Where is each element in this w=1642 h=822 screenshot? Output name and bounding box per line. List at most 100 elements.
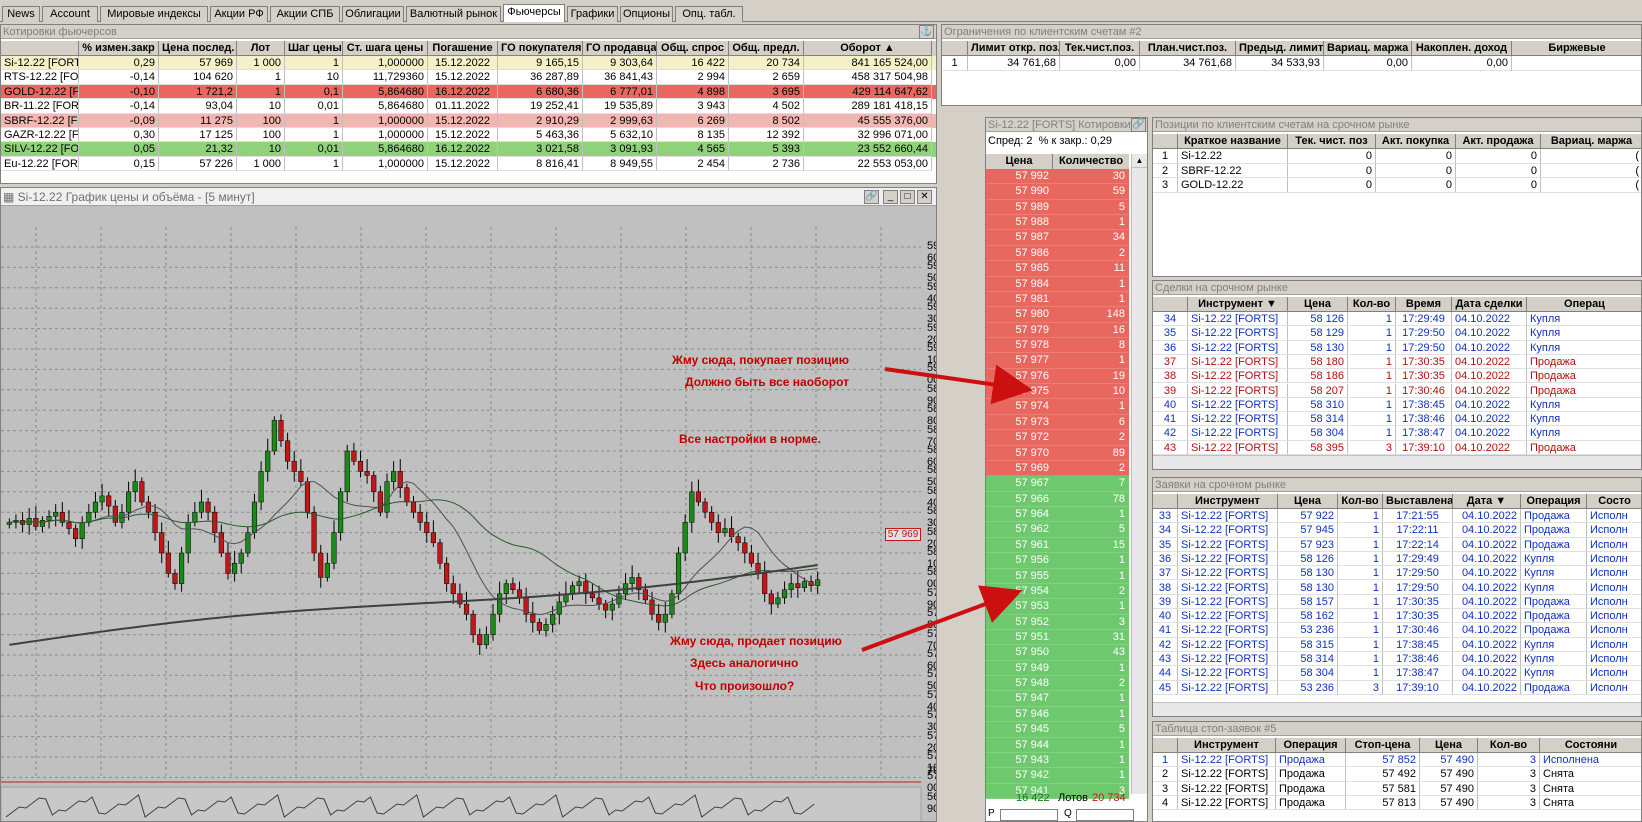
positions-col-header-4[interactable]: Акт. продажа <box>1456 134 1541 149</box>
stops-row[interactable]: 4 Si-12.22 [FORTS] Продажа 57 813 57 490 3 Сня… <box>1153 795 1641 811</box>
dom-price[interactable]: 57 975 <box>986 384 1053 398</box>
dom-price[interactable]: 57 979 <box>986 323 1053 337</box>
limits-col-header-2[interactable]: Тек.чист.поз. <box>1060 41 1140 56</box>
dom-qty[interactable]: 8 <box>1053 338 1129 352</box>
dom-price[interactable]: 57 973 <box>986 415 1053 429</box>
trades-row[interactable]: 34 Si-12.22 [FORTS] 58 126 1 17:29:49 04.10.2… <box>1153 312 1641 327</box>
dom-qty[interactable]: 2 <box>1053 430 1129 444</box>
trades-row[interactable]: 36 Si-12.22 [FORTS] 58 130 1 17:29:50 04.10.2… <box>1153 340 1641 355</box>
orders-row[interactable]: 45 Si-12.22 [FORTS] 53 236 3 17:39:10 04.10.2… <box>1153 680 1641 695</box>
dom-price[interactable]: 57 972 <box>986 430 1053 444</box>
tab-0[interactable]: News <box>2 6 40 22</box>
ask-row[interactable]: 57 974 1 <box>986 399 1129 415</box>
bid-row[interactable]: 57 945 5 <box>986 722 1129 738</box>
orders-row[interactable]: 33 Si-12.22 [FORTS] 57 922 1 17:21:55 04.10.2… <box>1153 509 1641 524</box>
orders-col-header-3[interactable]: Кол-во <box>1338 494 1383 509</box>
orders-row[interactable]: 34 Si-12.22 [FORTS] 57 945 1 17:22:11 04.10.2… <box>1153 523 1641 538</box>
dom-price[interactable]: 57 990 <box>986 184 1053 198</box>
quotes-col-header-1[interactable]: % измен.закр <box>79 41 159 56</box>
bid-row[interactable]: 57 964 1 <box>986 507 1129 523</box>
ask-row[interactable]: 57 990 59 <box>986 184 1129 200</box>
orders-col-header-1[interactable]: Инструмент <box>1178 494 1278 509</box>
bid-row[interactable]: 57 944 1 <box>986 737 1129 753</box>
positions-row[interactable]: 1 Si-12.22 0 0 0( <box>1153 149 1641 164</box>
bid-row[interactable]: 57 954 2 <box>986 583 1129 600</box>
limits-row[interactable]: 1 34 761,68 0,00 34 761,68 34 533,93 0,00 0,00 <box>942 56 1641 71</box>
ask-row[interactable]: 57 969 2 <box>986 460 1129 477</box>
dom-qty[interactable]: 5 <box>1053 522 1129 536</box>
dom-price[interactable]: 57 967 <box>986 476 1053 490</box>
limits-col-header-6[interactable]: Накоплен. доход <box>1412 41 1512 56</box>
tab-2[interactable]: Мировые индексы <box>100 6 208 22</box>
quotes-row[interactable]: GAZR-12.22 [FOR0,3017 12510011,00000015.… <box>1 128 936 143</box>
dom-qty[interactable]: 1 <box>1053 753 1129 767</box>
positions-row[interactable]: 3 GOLD-12.22 0 0 0( <box>1153 178 1641 193</box>
dom-price[interactable]: 57 984 <box>986 277 1053 291</box>
dom-qty[interactable]: 3 <box>1053 615 1129 629</box>
ask-row[interactable]: 57 978 8 <box>986 338 1129 354</box>
trades-row[interactable]: 39 Si-12.22 [FORTS] 58 207 1 17:30:46 04.10.2… <box>1153 383 1641 398</box>
dom-price[interactable]: 57 966 <box>986 492 1053 506</box>
orders-col-header-5[interactable]: Дата ▼ <box>1453 494 1521 509</box>
order-book-scrollbar[interactable]: ▲ <box>1131 154 1147 794</box>
trades-col-header-0[interactable] <box>1153 297 1188 312</box>
trades-col-header-3[interactable]: Кол-во <box>1348 297 1396 312</box>
dom-qty[interactable]: 2 <box>1053 246 1129 260</box>
dom-qty[interactable]: 10 <box>1053 384 1129 398</box>
dom-price[interactable]: 57 953 <box>986 599 1053 613</box>
quotes-col-header-0[interactable] <box>1 41 79 56</box>
ask-row[interactable]: 57 987 34 <box>986 230 1129 246</box>
bid-row[interactable]: 57 951 31 <box>986 629 1129 646</box>
dom-qty[interactable]: 1 <box>1053 215 1129 229</box>
dom-price[interactable]: 57 985 <box>986 261 1053 275</box>
quotes-row[interactable]: GOLD-12.22 [FOR-0,101 721,210,15,8646801… <box>1 84 936 100</box>
bid-row[interactable]: 57 950 43 <box>986 645 1129 661</box>
dom-price[interactable]: 57 989 <box>986 200 1053 214</box>
dom-qty[interactable]: 1 <box>1053 707 1129 721</box>
orders-row[interactable]: 38 Si-12.22 [FORTS] 58 130 1 17:29:50 04.10.2… <box>1153 580 1641 595</box>
orders-row[interactable]: 40 Si-12.22 [FORTS] 58 162 1 17:30:35 04.10.2… <box>1153 609 1641 624</box>
dom-qty[interactable]: 1 <box>1053 507 1129 521</box>
positions-col-header-5[interactable]: Вариац. маржа <box>1541 134 1641 149</box>
tab-7[interactable]: Фьючерсы <box>503 4 565 22</box>
orders-col-header-6[interactable]: Операция <box>1521 494 1587 509</box>
quotes-row[interactable]: Si-12.22 [FORTS]0,2957 9691 00011,000000… <box>1 56 936 71</box>
dom-price[interactable]: 57 945 <box>986 722 1053 736</box>
trades-col-header-6[interactable]: Операц <box>1527 297 1641 312</box>
dom-price[interactable]: 57 947 <box>986 691 1053 705</box>
bid-row[interactable]: 57 953 1 <box>986 599 1129 615</box>
ask-row[interactable]: 57 984 1 <box>986 276 1129 292</box>
ask-row[interactable]: 57 975 10 <box>986 384 1129 400</box>
bid-row[interactable]: 57 949 1 <box>986 660 1129 677</box>
dom-qty[interactable]: 89 <box>1053 446 1129 460</box>
dom-price[interactable]: 57 952 <box>986 615 1053 629</box>
ask-row[interactable]: 57 992 30 <box>986 169 1129 185</box>
bid-row[interactable]: 57 962 5 <box>986 522 1129 538</box>
dom-price[interactable]: 57 987 <box>986 230 1053 244</box>
dom-price[interactable]: 57 988 <box>986 215 1053 229</box>
orders-col-header-0[interactable] <box>1153 494 1178 509</box>
stops-row[interactable]: 2 Si-12.22 [FORTS] Продажа 57 492 57 490 3 Сня… <box>1153 767 1641 782</box>
dom-price[interactable]: 57 980 <box>986 307 1053 321</box>
dom-qty[interactable]: 30 <box>1053 169 1129 183</box>
orders-row[interactable]: 44 Si-12.22 [FORTS] 58 304 1 17:38:47 04.10.2… <box>1153 666 1641 681</box>
tab-5[interactable]: Облигации <box>342 6 404 22</box>
dom-price[interactable]: 57 976 <box>986 369 1053 383</box>
dom-qty[interactable]: 2 <box>1053 584 1129 598</box>
dom-qty[interactable]: 5 <box>1053 200 1129 214</box>
limits-col-header-5[interactable]: Вариац. маржа <box>1324 41 1412 56</box>
bid-row[interactable]: 57 948 2 <box>986 676 1129 692</box>
quotes-col-header-4[interactable]: Шаг цены <box>285 41 343 56</box>
positions-col-header-1[interactable]: Краткое название <box>1178 134 1288 149</box>
ask-row[interactable]: 57 973 6 <box>986 414 1129 431</box>
limits-col-header-0[interactable] <box>942 41 968 56</box>
stops-row[interactable]: 3 Si-12.22 [FORTS] Продажа 57 581 57 490 3 Сня… <box>1153 781 1641 796</box>
ask-row[interactable]: 57 980 148 <box>986 307 1129 323</box>
quotes-col-header-11[interactable]: Оборот ▲ <box>804 41 932 56</box>
dom-qty[interactable]: 1 <box>1053 277 1129 291</box>
stops-col-header-3[interactable]: Стоп-цена <box>1346 738 1420 753</box>
dom-qty[interactable]: 43 <box>1053 645 1129 659</box>
dom-price[interactable]: 57 961 <box>986 538 1053 552</box>
tab-4[interactable]: Акции СПБ <box>270 6 340 22</box>
bid-row[interactable]: 57 952 3 <box>986 614 1129 630</box>
